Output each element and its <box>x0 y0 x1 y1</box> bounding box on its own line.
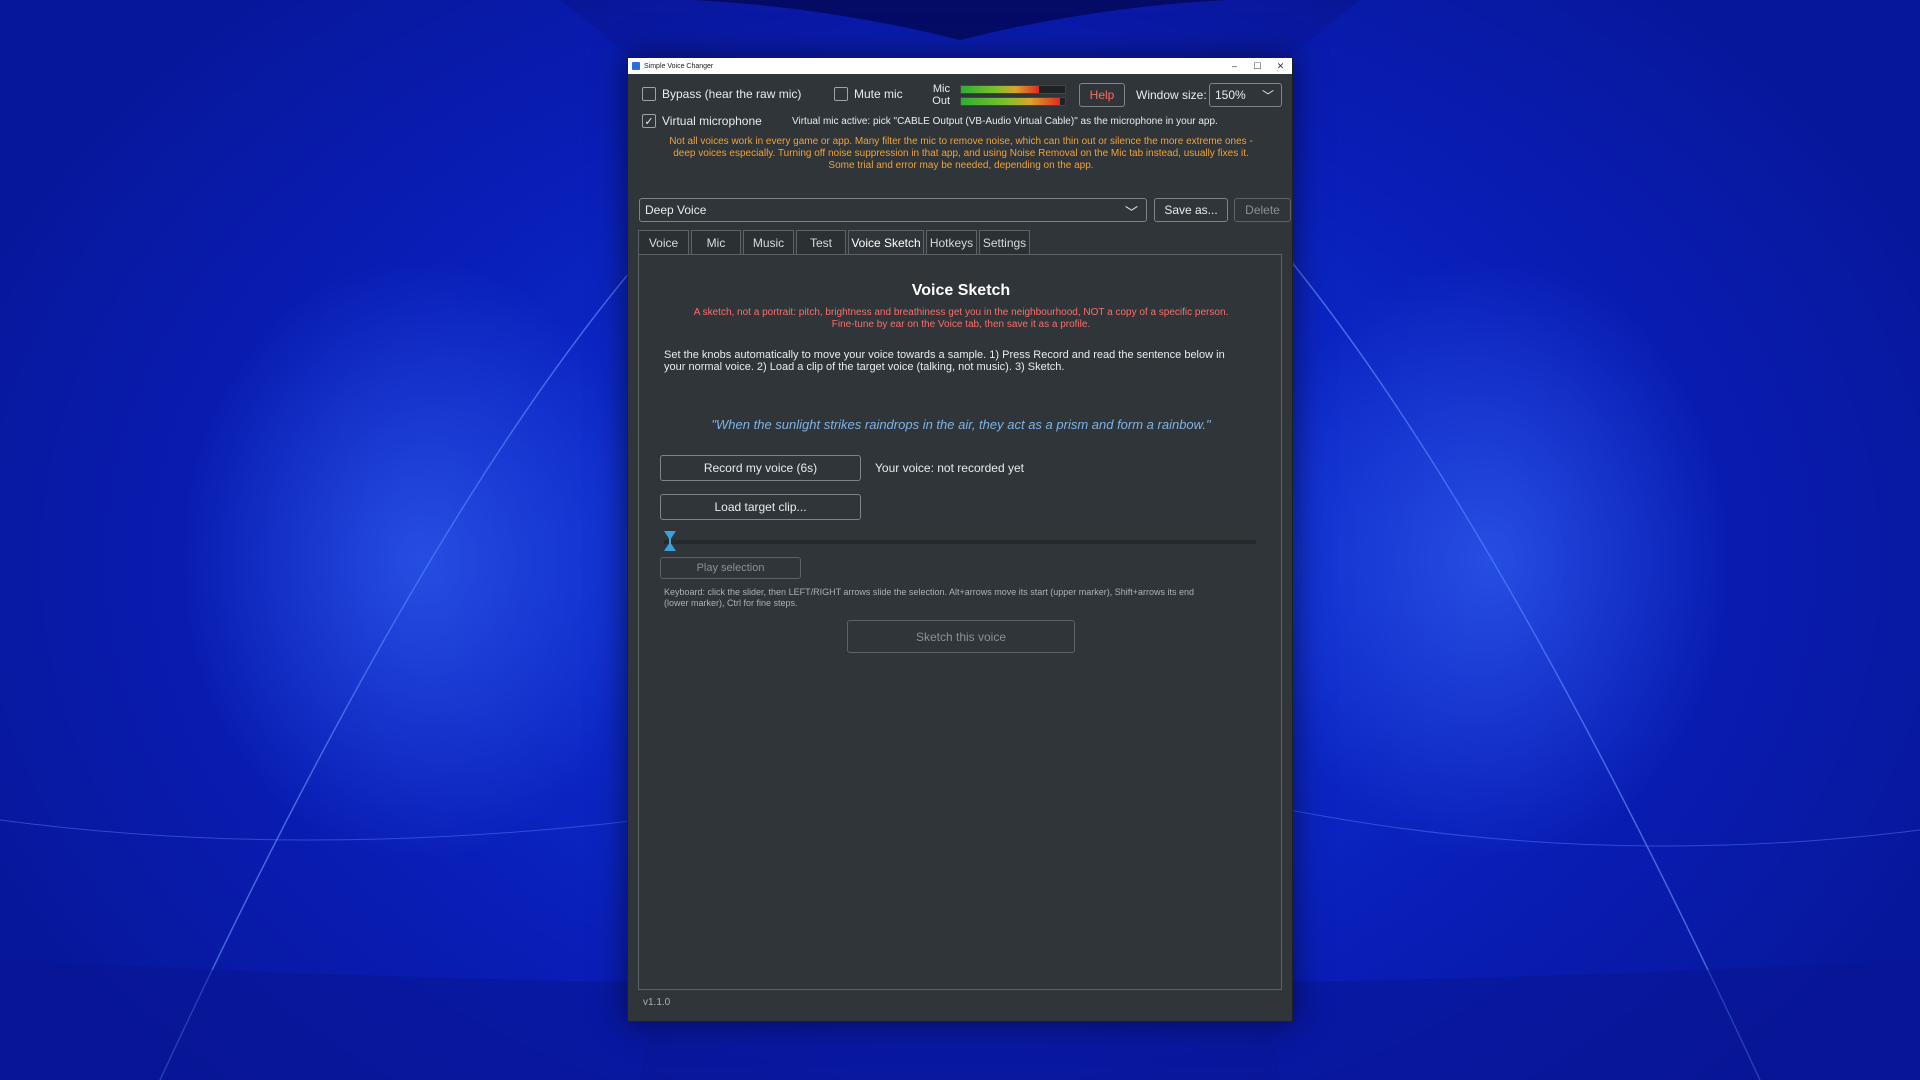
reading-sentence: "When the sunlight strikes raindrops in … <box>711 417 1211 432</box>
window-size-select[interactable]: 150% ﹀ <box>1209 83 1282 107</box>
tab-bar: Voice Mic Music Test Voice Sketch Hotkey… <box>638 230 1032 254</box>
keyboard-hint: Keyboard: click the slider, then LEFT/RI… <box>664 587 1264 609</box>
warning-line: A sketch, not a portrait: pitch, brightn… <box>693 307 1229 318</box>
close-button[interactable]: ✕ <box>1269 58 1292 74</box>
mute-checkbox[interactable] <box>834 87 848 101</box>
notice-line: Some trial and error may be needed, depe… <box>828 160 1094 171</box>
title-bar[interactable]: Simple Voice Changer – ☐ ✕ <box>628 58 1292 74</box>
out-level-meter <box>960 97 1066 106</box>
window-title: Simple Voice Changer <box>644 62 714 70</box>
warning-line: Fine-tune by ear on the Voice tab, then … <box>831 319 1091 330</box>
tab-mic[interactable]: Mic <box>691 230 741 254</box>
mute-label: Mute mic <box>854 87 903 101</box>
chevron-down-icon: ﹀ <box>1261 89 1274 103</box>
tab-voice[interactable]: Voice <box>638 230 689 254</box>
minimize-button[interactable]: – <box>1223 58 1246 74</box>
window-size-label: Window size: <box>1136 88 1207 102</box>
bypass-label: Bypass (hear the raw mic) <box>662 87 802 101</box>
tab-voice-sketch[interactable]: Voice Sketch <box>848 230 924 254</box>
tab-music[interactable]: Music <box>743 230 794 254</box>
marker-stem <box>669 538 671 544</box>
record-voice-button[interactable]: Record my voice (6s) <box>660 455 861 481</box>
hint-line: Keyboard: click the slider, then LEFT/RI… <box>664 587 1195 597</box>
virtual-mic-checkbox-row[interactable]: ✓ Virtual microphone <box>642 114 762 128</box>
tab-test[interactable]: Test <box>796 230 846 254</box>
tab-settings[interactable]: Settings <box>979 230 1030 254</box>
profile-selected-value: Deep Voice <box>645 203 707 217</box>
sketch-warning: A sketch, not a portrait: pitch, brightn… <box>659 307 1263 331</box>
app-icon <box>632 62 640 70</box>
sketch-instructions: Set the knobs automatically to move your… <box>664 349 1264 373</box>
selection-slider-track[interactable] <box>664 540 1256 544</box>
window-size-value: 150% <box>1215 88 1246 102</box>
sketch-voice-button[interactable]: Sketch this voice <box>847 620 1075 653</box>
notice-line: Not all voices work in every game or app… <box>669 136 1253 147</box>
play-selection-button[interactable]: Play selection <box>660 557 801 579</box>
bypass-checkbox[interactable] <box>642 87 656 101</box>
hint-line: (lower marker), Ctrl for fine steps. <box>664 598 798 608</box>
mic-level-meter <box>960 85 1066 94</box>
delete-button[interactable]: Delete <box>1234 198 1291 222</box>
app-window: Simple Voice Changer – ☐ ✕ Bypass (hear … <box>627 57 1293 1022</box>
mic-meter-label: Mic <box>932 83 950 95</box>
voice-sketch-panel: Voice Sketch A sketch, not a portrait: p… <box>638 254 1282 990</box>
instructions-line: your normal voice. 2) Load a clip of the… <box>664 361 1065 373</box>
selection-range-handles[interactable] <box>664 531 676 551</box>
tab-hotkeys[interactable]: Hotkeys <box>926 230 977 254</box>
level-meters: Mic Out <box>928 83 1068 109</box>
virtual-mic-label: Virtual microphone <box>662 114 762 128</box>
save-as-button[interactable]: Save as... <box>1154 198 1228 222</box>
instructions-line: Set the knobs automatically to move your… <box>664 349 1225 361</box>
bypass-checkbox-row[interactable]: Bypass (hear the raw mic) <box>642 87 801 101</box>
out-meter-label: Out <box>932 95 950 107</box>
chevron-down-icon: ﹀ <box>1124 205 1138 220</box>
voice-status: Your voice: not recorded yet <box>875 461 1024 475</box>
virtual-mic-checkbox[interactable]: ✓ <box>642 114 656 128</box>
notice-line: deep voices especially. Turning off nois… <box>673 148 1249 159</box>
mute-checkbox-row[interactable]: Mute mic <box>834 87 903 101</box>
load-target-clip-button[interactable]: Load target clip... <box>660 494 861 520</box>
maximize-button[interactable]: ☐ <box>1246 58 1269 74</box>
profile-select[interactable]: Deep Voice ﹀ <box>639 198 1147 222</box>
version-label: v1.1.0 <box>643 997 671 1008</box>
panel-title: Voice Sketch <box>911 282 1011 299</box>
help-button[interactable]: Help <box>1079 83 1125 107</box>
virtual-mic-status: Virtual mic active: pick "CABLE Output (… <box>792 116 1218 127</box>
compatibility-notice: Not all voices work in every game or app… <box>640 136 1282 172</box>
